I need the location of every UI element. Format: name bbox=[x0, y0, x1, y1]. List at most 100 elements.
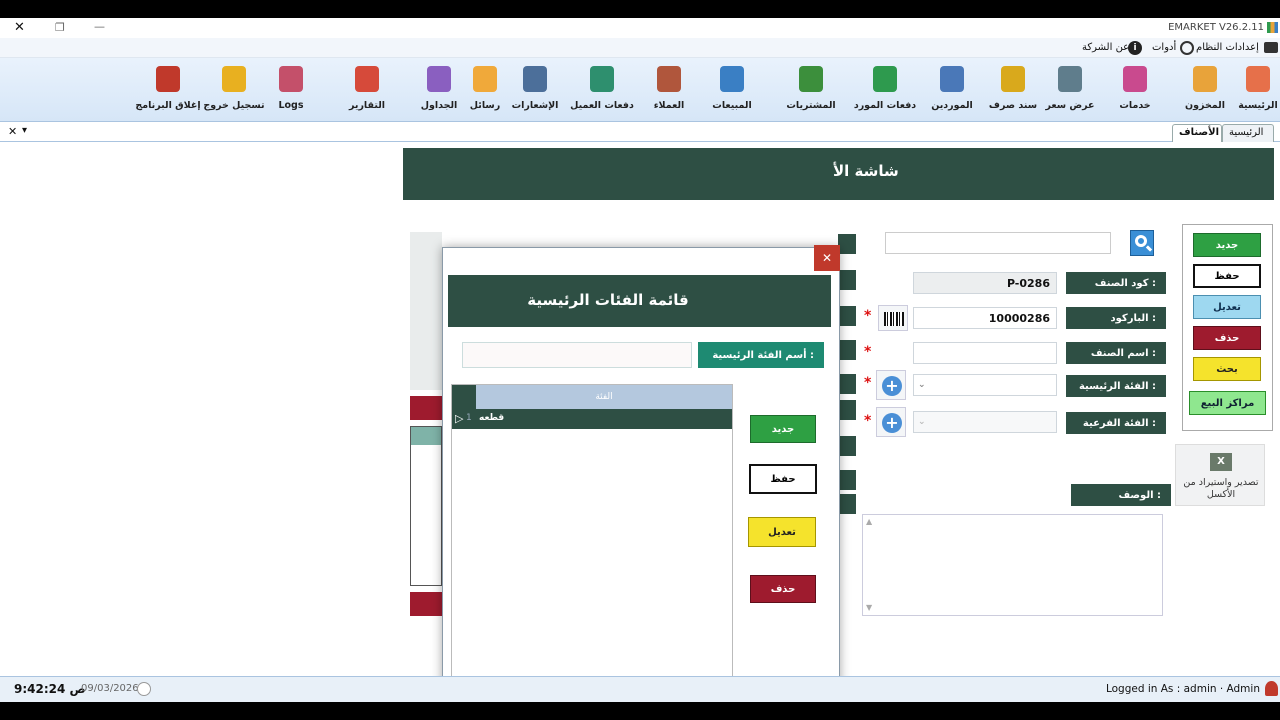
category-name-input[interactable] bbox=[462, 342, 692, 368]
search-icon[interactable] bbox=[1130, 230, 1154, 256]
screen-header: شاشة الأ bbox=[403, 148, 1274, 200]
item-search-input[interactable] bbox=[885, 232, 1111, 254]
info-icon: i bbox=[1128, 41, 1142, 55]
tables-icon bbox=[427, 66, 451, 92]
exit-icon bbox=[156, 66, 180, 92]
table-row[interactable]: ▷ 1 قطعه bbox=[452, 409, 732, 429]
hidden-label-strip bbox=[838, 340, 856, 360]
barcode-icon-bars bbox=[884, 312, 904, 326]
hidden-label-strip bbox=[838, 270, 856, 290]
add-sub-category-button[interactable]: + bbox=[876, 407, 906, 437]
ribbon-label: المبيعات bbox=[712, 100, 752, 111]
required-mark: * bbox=[864, 413, 872, 429]
tab-items[interactable]: الأصناف bbox=[1172, 124, 1222, 142]
left-grid bbox=[410, 426, 442, 586]
ribbon-services-button[interactable]: خدمات bbox=[1100, 64, 1170, 120]
clock-icon bbox=[137, 682, 151, 696]
quote-icon bbox=[1058, 66, 1082, 92]
system-settings-icon bbox=[1264, 42, 1278, 53]
ribbon-suppliers-button[interactable]: الموردين bbox=[917, 64, 987, 120]
ribbon-label: التقارير bbox=[348, 100, 386, 111]
left-grid-header bbox=[411, 427, 441, 445]
dialog-new-button[interactable]: جديد bbox=[750, 415, 816, 443]
purchases-icon bbox=[799, 66, 823, 92]
ribbon-toolbar: الرئيسية المخزون خدمات عرض سعر سند صرف المورد… bbox=[0, 58, 1280, 122]
dialog-delete-button[interactable]: حذف bbox=[750, 575, 816, 603]
dialog-close-button[interactable]: ✕ bbox=[814, 245, 840, 271]
main-category-label: الفئة الرئيسية : bbox=[1066, 375, 1166, 397]
minimize-window-button[interactable]: — bbox=[94, 20, 105, 33]
barcode-icon[interactable] bbox=[878, 305, 908, 331]
search-button[interactable]: بحث bbox=[1193, 357, 1261, 381]
ribbon-supplier-payments-button[interactable]: دفعات المورد bbox=[850, 64, 920, 120]
restore-window-button[interactable]: ❐ bbox=[55, 21, 65, 34]
ribbon-purchases-button[interactable]: المشتريات bbox=[776, 64, 846, 120]
reports-icon bbox=[355, 66, 379, 92]
ribbon-customer-payments-button[interactable]: دفعات العميل bbox=[567, 64, 637, 120]
barcode-field[interactable]: 10000286 bbox=[913, 307, 1057, 329]
delete-button[interactable]: حذف bbox=[1193, 326, 1261, 350]
ribbon-sales-button[interactable]: المبيعات bbox=[697, 64, 767, 120]
sub-category-select[interactable]: ⌄ bbox=[913, 411, 1057, 433]
item-name-label: اسم الصنف : bbox=[1066, 342, 1166, 364]
logs-icon bbox=[279, 66, 303, 92]
add-main-category-button[interactable]: + bbox=[876, 370, 906, 400]
ribbon-tables-button[interactable]: الجداول bbox=[404, 64, 474, 120]
excel-icon: X bbox=[1210, 453, 1232, 471]
close-window-button[interactable]: ✕ bbox=[14, 20, 25, 35]
sub-category-label: الفئة الفرعية : bbox=[1066, 412, 1166, 434]
row-category-name: قطعه bbox=[479, 413, 505, 423]
edit-button[interactable]: تعديل bbox=[1193, 295, 1261, 319]
hidden-label-strip bbox=[838, 234, 856, 254]
row-pointer-icon: ▷ bbox=[455, 412, 464, 425]
excel-export-label: تصدير واستيراد من الأكسل bbox=[1183, 477, 1259, 500]
search-icon-lens bbox=[1135, 235, 1147, 247]
ribbon-label: تسجيل خروج bbox=[203, 100, 265, 111]
inventory-icon bbox=[1193, 66, 1217, 92]
scroll-up-icon: ▲ bbox=[866, 517, 873, 526]
dialog-edit-button[interactable]: تعديل bbox=[748, 517, 816, 547]
main-category-select[interactable]: ⌄ bbox=[913, 374, 1057, 396]
sales-centers-button[interactable]: مراكز البيع bbox=[1189, 391, 1266, 415]
save-button[interactable]: حفظ bbox=[1193, 264, 1261, 288]
voucher-icon bbox=[1001, 66, 1025, 92]
description-textarea[interactable]: ▲ ▼ bbox=[862, 514, 1163, 616]
menu-tools[interactable]: أدوات bbox=[1152, 42, 1176, 53]
notifications-icon bbox=[523, 66, 547, 92]
new-button[interactable]: جديد bbox=[1193, 233, 1261, 257]
ribbon-voucher-button[interactable]: سند صرف bbox=[978, 64, 1048, 120]
tab-home[interactable]: الرئيسية bbox=[1222, 124, 1274, 142]
hidden-label-strip bbox=[838, 436, 856, 456]
barcode-label: الباركود : bbox=[1066, 307, 1166, 329]
hidden-label-strip bbox=[838, 494, 856, 514]
ribbon-inventory-button[interactable]: المخزون bbox=[1170, 64, 1240, 120]
ribbon-exit-button[interactable]: إغلاق البرنامج bbox=[133, 64, 203, 120]
ribbon-label: خدمات bbox=[1119, 100, 1151, 111]
ribbon-label: الموردين bbox=[931, 100, 973, 111]
excel-export-button[interactable]: X تصدير واستيراد من الأكسل bbox=[1175, 444, 1265, 506]
customer-payments-icon bbox=[590, 66, 614, 92]
user-icon bbox=[1265, 681, 1278, 696]
required-mark: * bbox=[864, 308, 872, 324]
ribbon-customers-button[interactable]: العملاء bbox=[634, 64, 704, 120]
tab-list-dropdown-icon[interactable]: ▾ bbox=[22, 125, 27, 136]
logout-lock-icon bbox=[222, 66, 246, 92]
plus-icon: + bbox=[882, 413, 902, 433]
hidden-label-strip bbox=[838, 470, 856, 490]
ribbon-label: المشتريات bbox=[786, 100, 836, 111]
home-icon bbox=[1246, 66, 1270, 92]
app-logo-icon bbox=[1267, 22, 1278, 33]
menu-about-company[interactable]: عن الشركة bbox=[1082, 42, 1129, 53]
logged-in-user: Logged in As : admin · Admin bbox=[1105, 683, 1260, 695]
ribbon-reports-button[interactable]: التقارير bbox=[332, 64, 402, 120]
menu-system-settings[interactable]: إعدادات النظام bbox=[1196, 42, 1259, 53]
items-screen: شاشة الأ كود الصنف : P-0286 الباركود : 1… bbox=[0, 142, 1280, 702]
category-name-label: أسم الفئة الرئيسية : bbox=[698, 342, 824, 368]
gear-icon bbox=[1180, 41, 1194, 55]
close-tab-icon[interactable]: ✕ bbox=[8, 125, 17, 138]
ribbon-logout-lock-button[interactable]: تسجيل خروج bbox=[199, 64, 269, 120]
hidden-label-strip bbox=[838, 306, 856, 326]
dialog-save-button[interactable]: حفظ bbox=[749, 464, 817, 494]
item-name-field[interactable] bbox=[913, 342, 1057, 364]
item-code-field: P-0286 bbox=[913, 272, 1057, 294]
